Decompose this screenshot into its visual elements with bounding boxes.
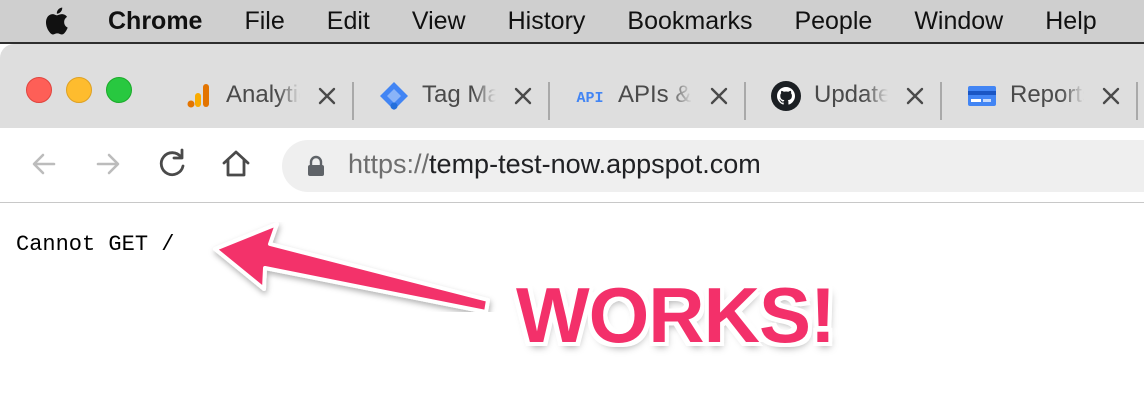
home-icon[interactable] [218,146,254,182]
github-icon [771,81,801,111]
menu-bookmarks[interactable]: Bookmarks [627,7,752,36]
tab-tag-manager[interactable]: Tag Manager [366,68,562,124]
tab-title: Reports [1010,81,1084,108]
menu-edit[interactable]: Edit [327,7,370,36]
macos-menu-bar: Chrome File Edit View History Bookmarks … [0,0,1144,42]
url-host: temp-test-now.appspot.com [429,149,761,179]
annotation-label: WORKS! [516,271,836,359]
menu-help[interactable]: Help [1045,7,1096,36]
tab-separator [744,82,746,120]
apple-icon[interactable] [42,6,70,36]
minimize-window-button[interactable] [66,77,92,103]
tab-title: APIs & Services [618,81,692,108]
error-message: Cannot GET / [16,232,175,257]
svg-text:API: API [576,90,603,107]
menu-history[interactable]: History [508,7,586,36]
menu-file[interactable]: File [244,7,284,36]
close-tab-icon[interactable] [902,83,928,109]
forward-arrow-icon[interactable] [90,146,126,182]
tab-separator [1136,82,1138,120]
close-tab-icon[interactable] [314,83,340,109]
browser-toolbar: https://temp-test-now.appspot.com [0,128,1144,203]
menu-items: Chrome File Edit View History Bookmarks … [108,0,1139,42]
tab-github[interactable]: Update [758,68,954,124]
menu-people[interactable]: People [794,7,872,36]
tab-separator [940,82,942,120]
tab-separator [548,82,550,120]
tab-separator [352,82,354,120]
browser-window: Analytics Tag Manager API APIs & Serv [0,42,1144,412]
zoom-window-button[interactable] [106,77,132,103]
card-icon [968,86,996,106]
url-scheme: https:// [348,149,430,179]
menu-window[interactable]: Window [914,7,1003,36]
tab-title: Tag Manager [422,81,496,108]
tab-strip: Analytics Tag Manager API APIs & Serv [0,44,1144,128]
page-content: Cannot GET / WORKS! [0,202,1144,414]
close-tab-icon[interactable] [1098,83,1124,109]
back-arrow-icon[interactable] [26,146,62,182]
reload-icon[interactable] [154,146,190,182]
google-analytics-icon [187,84,209,108]
tag-manager-icon [380,82,408,110]
lock-icon[interactable] [306,155,326,177]
tab-reports[interactable]: Reports [954,68,1144,124]
menu-view[interactable]: View [412,7,466,36]
menu-chrome[interactable]: Chrome [108,7,202,36]
close-tab-icon[interactable] [510,83,536,109]
tab-apis[interactable]: API APIs & Services [562,68,758,124]
close-window-button[interactable] [26,77,52,103]
url-text[interactable]: https://temp-test-now.appspot.com [348,149,761,180]
annotation-arrow [213,222,490,312]
tab-analytics[interactable]: Analytics [170,68,366,124]
address-bar[interactable]: https://temp-test-now.appspot.com [282,140,1144,192]
tab-title: Update [814,81,888,108]
tab-title: Analytics [226,81,300,108]
api-icon: API [576,90,603,107]
close-tab-icon[interactable] [706,83,732,109]
